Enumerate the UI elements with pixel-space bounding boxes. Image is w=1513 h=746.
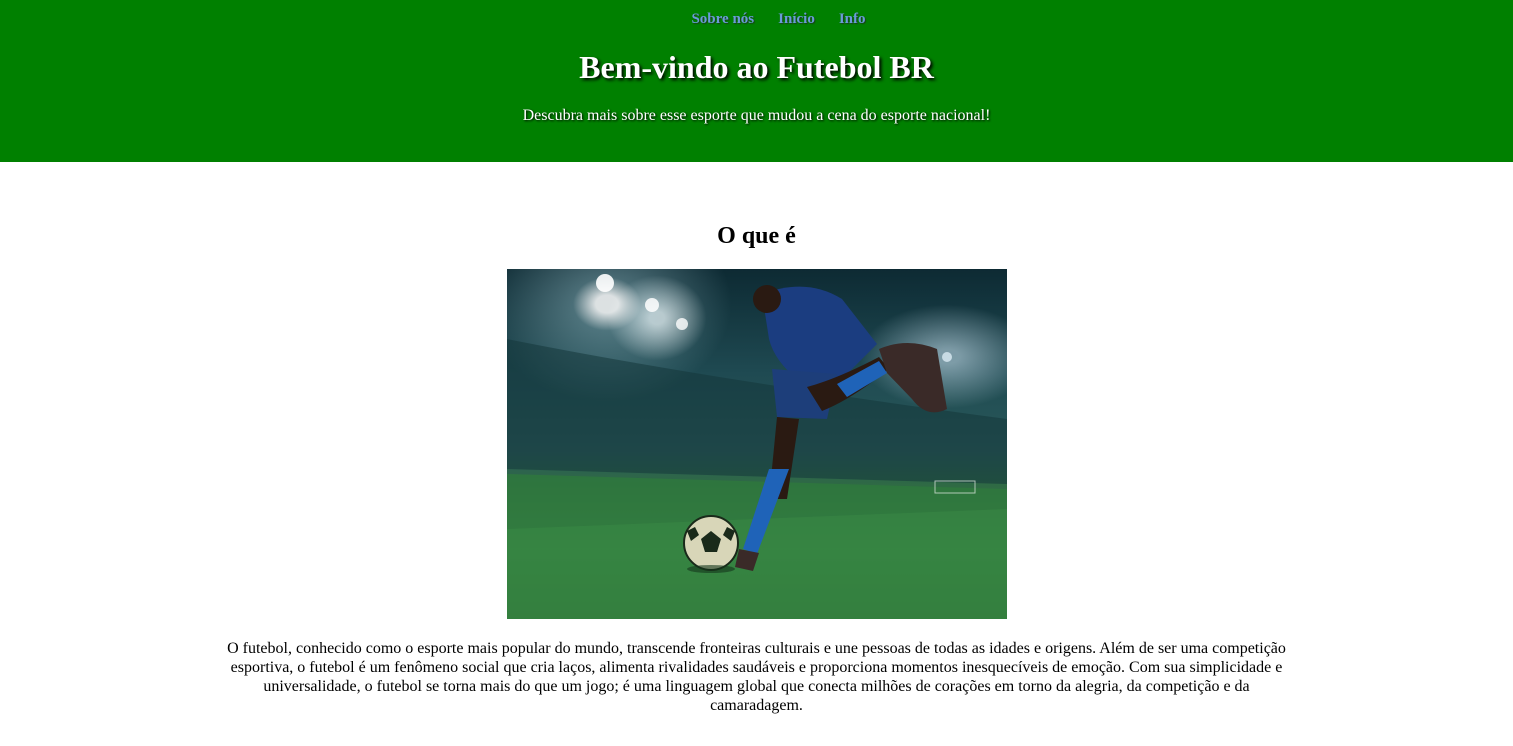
nav-link-info[interactable]: Info <box>839 11 866 28</box>
stadium-light <box>675 318 688 330</box>
main-content: O que é O futebol, conhecido como o espo… <box>0 222 1513 715</box>
nav-link-sobre-nos[interactable]: Sobre nós <box>691 11 754 28</box>
section-title: O que é <box>717 223 796 249</box>
stadium-light <box>941 352 952 362</box>
stadium-light <box>644 298 659 312</box>
site-header: Sobre nós Início Info Bem-vindo ao Futeb… <box>0 0 1513 162</box>
player-head <box>752 285 781 313</box>
top-nav: Sobre nós Início Info <box>0 10 1513 28</box>
nav-link-inicio[interactable]: Início <box>778 11 815 28</box>
section-paragraph: O futebol, conhecido como o esporte mais… <box>227 640 1286 714</box>
soccer-player-photo <box>506 269 1007 619</box>
stadium-light <box>595 274 614 292</box>
hero-subtitle: Descubra mais sobre esse esporte que mud… <box>522 107 991 124</box>
soccer-player-illustration <box>506 274 1007 619</box>
hero-title: Bem-vindo ao Futebol BR <box>579 49 934 85</box>
player-boot <box>878 343 947 413</box>
